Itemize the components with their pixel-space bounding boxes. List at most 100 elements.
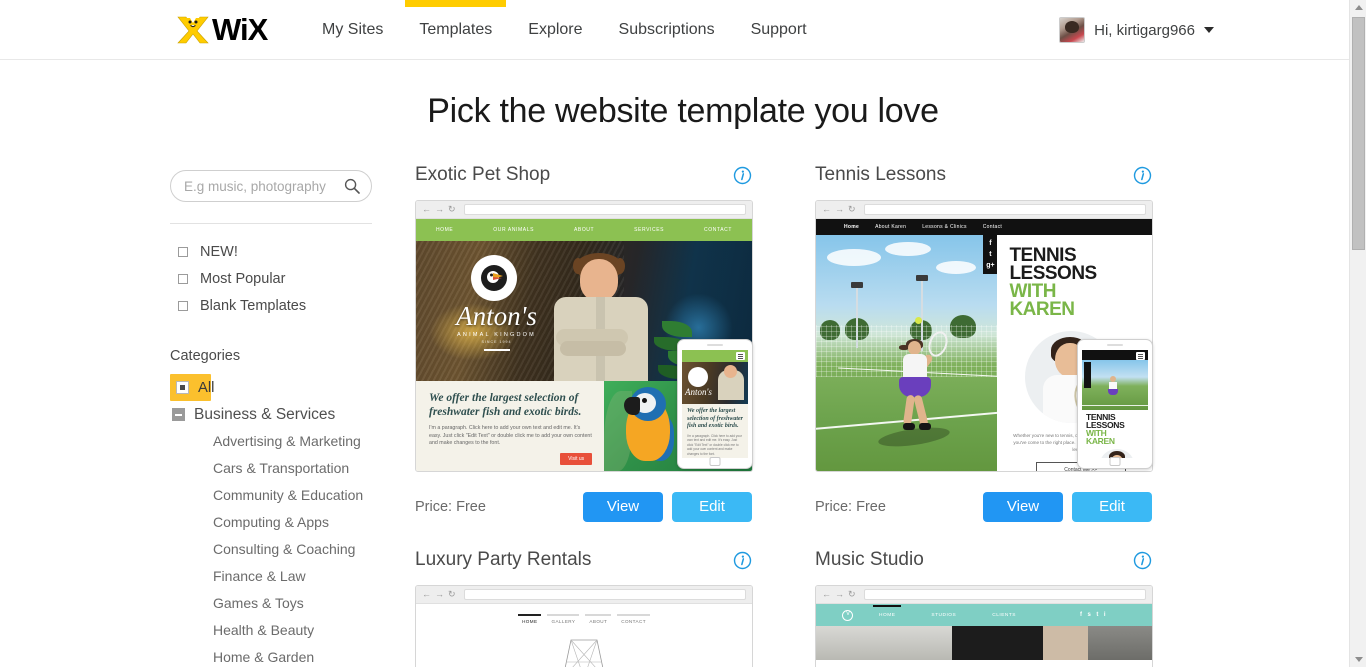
card-actions: View Edit [583,492,752,522]
facebook-icon: f [1079,612,1083,618]
preview-nav-item: Home [844,224,860,230]
info-icon[interactable] [1133,166,1152,185]
back-arrow-icon: ← [422,204,431,214]
search-box[interactable] [170,170,372,202]
subcategory-community-education[interactable]: Community & Education [170,482,400,509]
nav-item-support[interactable]: Support [751,0,807,60]
reload-icon: ↻ [848,204,856,214]
template-thumbnail[interactable]: ← → ↻ HOME GALLERY ABOUT CONTACT [415,585,753,667]
wix-logo[interactable]: WiX [176,12,268,48]
account-menu[interactable]: Hi, kirtigarg966 [1059,0,1214,60]
category-item-business-services[interactable]: Business & Services [172,401,400,428]
edit-button[interactable]: Edit [1072,492,1152,522]
template-title: Luxury Party Rentals [415,549,592,570]
filter-item-new[interactable]: NEW! [170,238,400,265]
subcategory-health-beauty[interactable]: Health & Beauty [170,617,400,644]
brand-subtitle: ANIMAL KINGDOM [457,332,536,338]
back-arrow-icon: ← [422,589,431,599]
browser-mock: ← → ↻ HOME STUDIOS CLIENTS [815,585,1153,667]
brand-logo-circle [471,255,517,301]
site-preview-music-studio: HOME STUDIOS CLIENTS f s t i [816,604,1152,667]
url-bar [463,204,746,215]
filter-item-blank-templates[interactable]: Blank Templates [170,292,400,319]
preview-nav-item: OUR ANIMALS [493,227,535,233]
edit-button[interactable]: Edit [672,492,752,522]
filter-item-most-popular[interactable]: Most Popular [170,265,400,292]
scrollbar-thumb[interactable] [1352,17,1365,250]
preview-nav-item: CLIENTS [992,612,1016,618]
subcategory-advertising-marketing[interactable]: Advertising & Marketing [170,428,400,455]
filter-list: NEW! Most Popular Blank Templates [170,238,400,319]
brand-block: Anton's ANIMAL KINGDOM SINCE 1994 [444,303,549,351]
subcategory-cars-transportation[interactable]: Cars & Transportation [170,455,400,482]
collapse-toggle-icon-business-services[interactable] [172,408,185,421]
checkbox-new[interactable] [178,246,188,257]
subcategory-games-toys[interactable]: Games & Toys [170,590,400,617]
mobile-screen: TENNIS LESSONS WITH KAREN [1082,350,1148,458]
tennis-player-illustration [889,316,951,435]
url-bar [863,204,1146,215]
card-header: Music Studio [815,549,1152,571]
toucan-icon [481,265,507,291]
browser-chrome-bar: ← → ↻ [416,586,752,604]
card-header: Tennis Lessons [815,164,1152,186]
nav-item-subscriptions[interactable]: Subscriptions [619,0,715,60]
preview-nav: HOME OUR ANIMALS ABOUT SERVICES CONTACT [416,219,752,241]
preview-nav-item: CONTACT [617,614,650,624]
template-title: Music Studio [815,549,924,570]
sidebar-divider [170,223,372,224]
checkbox-most-popular[interactable] [178,273,188,284]
template-card-tennis-lessons: Tennis Lessons ← → ↻ Home About Karen Le… [815,164,1215,522]
info-icon[interactable] [733,166,752,185]
browser-mock: ← → ↻ HOME GALLERY ABOUT CONTACT [415,585,753,667]
preview-headline: TENNIS LESSONS WITH KAREN [1009,246,1152,319]
template-thumbnail[interactable]: ← → ↻ Home About Karen Lessons & Clinics [815,200,1153,472]
template-title: Exotic Pet Shop [415,164,551,185]
category-item-all[interactable]: All [170,374,214,401]
social-links-strip: f t g+ [983,235,998,274]
forward-arrow-icon: → [435,204,444,214]
subcategory-finance-law[interactable]: Finance & Law [170,563,400,590]
subcategory-consulting-coaching[interactable]: Consulting & Coaching [170,536,400,563]
template-thumbnail[interactable]: ← → ↻ HOME STUDIOS CLIENTS [815,585,1153,667]
nav-item-my-sites[interactable]: My Sites [322,0,383,60]
view-button[interactable]: View [583,492,663,522]
preview-cta-button: Visit us [560,453,593,465]
mobile-headline-line-4: KAREN [1086,436,1115,446]
subcategory-home-garden[interactable]: Home & Garden [170,644,400,667]
top-navigation-bar: WiX My Sites Templates Explore Subscript… [0,0,1366,60]
search-input[interactable] [171,178,371,194]
twitter-icon: t [1096,612,1099,618]
template-card-exotic-pet-shop: Exotic Pet Shop ← → ↻ HOME OUR ANIMALS A… [415,164,815,522]
subcategory-computing-apps[interactable]: Computing & Apps [170,509,400,536]
info-icon[interactable] [1133,551,1152,570]
preview-nav-item: STUDIOS [931,612,957,618]
sidebar: NEW! Most Popular Blank Templates Catego… [170,148,400,667]
info-icon[interactable] [733,551,752,570]
card-actions: View Edit [983,492,1152,522]
template-title: Tennis Lessons [815,164,946,185]
brand-rule [483,349,510,351]
checkbox-blank-templates[interactable] [178,300,188,311]
preview-nav-item: Lessons & Clinics [922,224,967,230]
browser-chrome-bar: ← → ↻ [816,586,1152,604]
nav-item-explore[interactable]: Explore [528,0,582,60]
filter-label-blank-templates: Blank Templates [200,297,307,314]
reload-icon: ↻ [848,589,856,599]
card-header: Exotic Pet Shop [415,164,752,186]
nav-item-templates[interactable]: Templates [405,0,507,60]
view-button[interactable]: View [983,492,1063,522]
preview-nav: HOME STUDIOS CLIENTS f s t i [816,604,1152,626]
card-footer: Price: Free View Edit [815,492,1152,522]
scroll-down-icon[interactable] [1350,652,1366,667]
template-thumbnail[interactable]: ← → ↻ HOME OUR ANIMALS ABOUT SERVICES CO… [415,200,753,472]
scroll-up-icon[interactable] [1350,0,1366,15]
page-scrollbar[interactable] [1349,0,1366,667]
instagram-icon: i [1103,612,1106,618]
url-bar [863,589,1146,600]
expand-toggle-icon-all[interactable] [176,381,189,394]
forward-arrow-icon: → [835,589,844,599]
card-header: Luxury Party Rentals [415,549,752,571]
google-plus-icon: g+ [986,262,995,269]
person-illustration [536,253,666,381]
